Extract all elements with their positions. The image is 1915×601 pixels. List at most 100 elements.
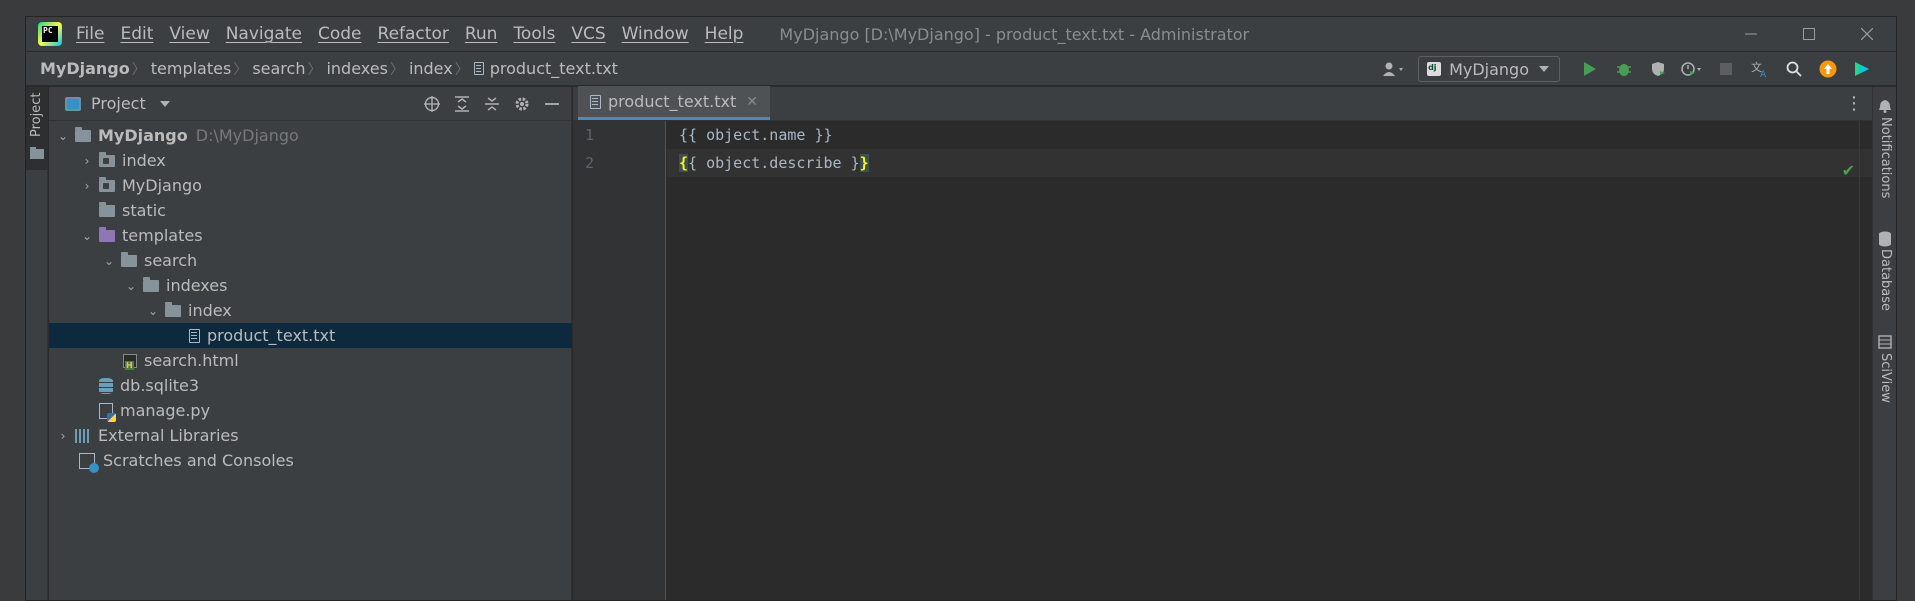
tree-item-search[interactable]: ⌄ search: [49, 248, 572, 273]
chevron-down-icon[interactable]: [159, 100, 170, 107]
menu-tools[interactable]: Tools: [513, 24, 555, 44]
search-everywhere-button[interactable]: [1780, 55, 1808, 83]
project-tool-window: Project ⌄ MyDjango D:\MyDjango › index ›…: [49, 87, 572, 600]
debug-bug-icon: [1617, 64, 1631, 76]
chevron-right-icon[interactable]: ›: [79, 153, 95, 169]
expand-all-button[interactable]: [447, 89, 477, 119]
translate-icon: 文A: [1751, 60, 1767, 78]
tree-item-product-text[interactable]: product_text.txt: [49, 323, 572, 348]
library-icon: [75, 428, 91, 443]
tree-item-index[interactable]: › index: [49, 148, 572, 173]
project-tool-tab[interactable]: Project: [26, 87, 48, 170]
tree-item-external-libraries[interactable]: › External Libraries: [49, 423, 572, 448]
menu-help[interactable]: Help: [705, 24, 744, 44]
code-editor[interactable]: {{ object.name }} {{ object.describe }} …: [667, 121, 1873, 600]
chevron-down-icon[interactable]: ⌄: [55, 128, 71, 144]
no-problems-check-icon[interactable]: ✔: [1842, 161, 1855, 180]
module-folder-icon: [99, 176, 115, 192]
translate-button[interactable]: 文A: [1746, 55, 1774, 83]
tree-item-indexes[interactable]: ⌄ indexes: [49, 273, 572, 298]
window-title: MyDjango [D:\MyDjango] - product_text.tx…: [779, 24, 1250, 44]
select-opened-file-button[interactable]: [417, 89, 447, 119]
project-view-icon: [65, 96, 81, 111]
coverage-button[interactable]: [1644, 55, 1672, 83]
menu-window[interactable]: Window: [622, 24, 689, 44]
options-button[interactable]: [507, 89, 537, 119]
tree-item-label: manage.py: [120, 401, 211, 420]
menu-code[interactable]: Code: [318, 24, 362, 44]
menu-refactor[interactable]: Refactor: [378, 24, 449, 44]
project-panel-title[interactable]: Project: [91, 94, 146, 113]
tree-item-static[interactable]: static: [49, 198, 572, 223]
svg-text:A: A: [1760, 70, 1767, 78]
menu-run[interactable]: Run: [465, 24, 498, 44]
chevron-down-icon[interactable]: ⌄: [79, 228, 95, 244]
sciview-tool-tab[interactable]: SciView: [1878, 353, 1893, 403]
breadcrumb-search[interactable]: search: [252, 59, 305, 78]
ai-assistant-icon: [1855, 62, 1869, 76]
line-number: 1: [585, 126, 595, 144]
hide-panel-button[interactable]: [537, 89, 567, 119]
menu-edit[interactable]: Edit: [120, 24, 153, 44]
tree-item-scratches[interactable]: Scratches and Consoles: [49, 448, 572, 473]
stop-icon: [1720, 63, 1732, 75]
editor-gutter: 1 2: [573, 121, 666, 600]
breadcrumb-index[interactable]: index: [409, 59, 453, 78]
close-tab-icon[interactable]: ✕: [746, 94, 758, 110]
tree-item-manage-py[interactable]: manage.py: [49, 398, 572, 423]
templates-folder-icon: [99, 226, 115, 242]
jetbrains-ai-button[interactable]: [1848, 55, 1876, 83]
chevron-down-icon[interactable]: ⌄: [123, 278, 139, 294]
stop-button[interactable]: [1712, 55, 1740, 83]
chevron-down-icon[interactable]: ⌄: [145, 303, 161, 319]
menu-navigate[interactable]: Navigate: [226, 24, 302, 44]
notifications-tool-tab[interactable]: Notifications: [1878, 117, 1893, 198]
run-button[interactable]: [1576, 55, 1604, 83]
code-line-2: {{ object.describe }}: [679, 154, 869, 172]
close-icon: [1861, 28, 1873, 40]
editor-scrollbar[interactable]: [1859, 121, 1873, 600]
maximize-button[interactable]: [1780, 17, 1838, 51]
chevron-right-icon[interactable]: ›: [55, 428, 71, 444]
editor-tabs: product_text.txt ✕ ⋮: [573, 86, 1873, 121]
chevron-down-icon: [1539, 66, 1549, 72]
tree-item-project-root[interactable]: ⌄ MyDjango D:\MyDjango: [49, 123, 572, 148]
profile-button[interactable]: [1678, 55, 1706, 83]
close-window-button[interactable]: [1838, 17, 1896, 51]
minimize-icon: [1745, 33, 1757, 35]
collapse-all-button[interactable]: [477, 89, 507, 119]
project-panel-tools: [417, 87, 567, 121]
breadcrumb-indexes[interactable]: indexes: [326, 59, 387, 78]
folder-icon: [121, 251, 137, 267]
tree-item-search-html[interactable]: search.html: [49, 348, 572, 373]
database-tool-tab[interactable]: Database: [1878, 249, 1893, 311]
menu-vcs[interactable]: VCS: [571, 24, 605, 44]
tab-product-text[interactable]: product_text.txt ✕: [578, 86, 770, 120]
user-icon: [1383, 62, 1404, 76]
debug-button[interactable]: [1610, 55, 1638, 83]
breadcrumb-project[interactable]: MyDjango: [40, 59, 130, 78]
run-configuration-select[interactable]: MyDjango: [1418, 56, 1560, 82]
menu-file[interactable]: File: [76, 24, 104, 44]
account-button[interactable]: [1380, 55, 1408, 83]
minimize-button[interactable]: [1722, 17, 1780, 51]
tree-item-index-folder[interactable]: ⌄ index: [49, 298, 572, 323]
tree-item-label: index: [122, 151, 166, 170]
breadcrumb-templates[interactable]: templates: [151, 59, 232, 78]
breadcrumb-separator: 〉: [454, 61, 469, 78]
line-number: 2: [585, 154, 595, 172]
project-tool-label: Project: [29, 92, 44, 137]
chevron-right-icon[interactable]: ›: [79, 178, 95, 194]
tree-item-templates[interactable]: ⌄ templates: [49, 223, 572, 248]
tree-item-mydjango[interactable]: › MyDjango: [49, 173, 572, 198]
menu-view[interactable]: View: [169, 24, 209, 44]
more-options-icon[interactable]: ⋮: [1845, 93, 1863, 114]
database-file-icon: [99, 377, 113, 394]
tree-item-db-sqlite3[interactable]: db.sqlite3: [49, 373, 572, 398]
chevron-down-icon[interactable]: ⌄: [101, 253, 117, 269]
breadcrumb-file[interactable]: product_text.txt: [490, 59, 618, 78]
python-file-icon: [99, 402, 116, 422]
updates-button[interactable]: [1814, 55, 1842, 83]
folder-icon: [99, 201, 115, 217]
tree-item-label: product_text.txt: [207, 326, 336, 345]
